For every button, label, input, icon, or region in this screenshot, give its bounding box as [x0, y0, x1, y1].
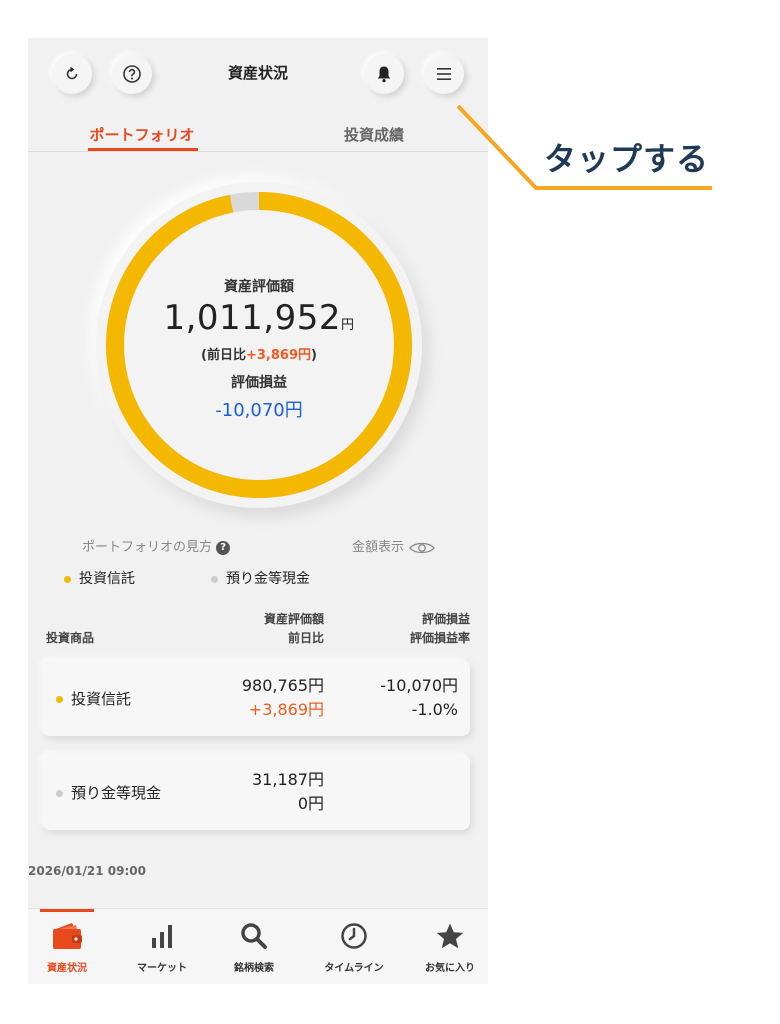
- tab-divider: [28, 151, 488, 152]
- holding-day-change: 0円: [297, 794, 324, 813]
- day-change-value: +3,869円: [245, 348, 311, 363]
- wallet-icon: [28, 919, 106, 953]
- holding-value-col: 31,187円 0円: [212, 768, 324, 816]
- pl-value: -10,070円: [215, 400, 303, 421]
- legend-investment-trust: 投資信託: [64, 568, 135, 588]
- total-value: 1,011,952: [163, 298, 342, 338]
- star-icon: [430, 919, 470, 953]
- holding-row-investment-trust[interactable]: 投資信託 980,765円 +3,869円 -10,070円 -1.0%: [42, 660, 470, 736]
- notification-button[interactable]: [364, 54, 404, 94]
- holding-name-label: 投資信託: [71, 690, 132, 708]
- holding-value: 980,765円: [241, 676, 324, 695]
- header-value-line1: 資産評価額: [263, 612, 324, 626]
- question-icon: ?: [216, 540, 231, 555]
- annotation-text: タップする: [544, 140, 710, 178]
- legend-dot-investment: [64, 575, 71, 583]
- menu-icon: [437, 68, 451, 80]
- nav-label: タイムライン: [324, 963, 384, 974]
- holding-day-change: +3,869円: [248, 700, 324, 719]
- eye-icon: [409, 542, 436, 553]
- holding-value-col: 980,765円 +3,869円: [212, 674, 324, 722]
- day-change-prefix: (前日比: [201, 348, 246, 363]
- bottom-nav: 資産状況 マーケット 銘柄検索 タイムライン お気に入り: [28, 908, 488, 984]
- amount-toggle-label: 金額表示: [352, 540, 405, 555]
- nav-search[interactable]: 銘柄検索: [208, 909, 300, 984]
- nav-label: お気に入り: [425, 963, 475, 974]
- tab-performance[interactable]: 投資成績: [324, 124, 424, 145]
- legend-dot-cash: [211, 575, 218, 583]
- bell-icon: [377, 66, 391, 83]
- search-icon: [234, 919, 274, 953]
- legend-label-cash: 預り金等現金: [226, 571, 310, 587]
- nav-active-indicator: [40, 909, 94, 912]
- header-pl: 評価損益 評価損益率: [360, 610, 470, 648]
- pl-label: 評価損益: [231, 375, 287, 391]
- holding-pl-rate: -1.0%: [411, 700, 458, 719]
- total-value-row: 1,011,952円: [96, 298, 422, 338]
- holding-pl: -10,070円: [380, 676, 458, 695]
- amount-toggle[interactable]: 金額表示: [352, 536, 436, 555]
- nav-label: 資産状況: [47, 963, 87, 974]
- app-screen: 資産状況 ポートフォリオ 投資成績 資産評価額 1,011,952円 (前日比+…: [28, 38, 488, 984]
- nav-favorites[interactable]: お気に入り: [404, 909, 488, 984]
- holding-name-label: 預り金等現金: [71, 784, 162, 802]
- day-change-suffix: ): [311, 348, 317, 363]
- holding-row-cash[interactable]: 預り金等現金 31,187円 0円: [42, 754, 470, 830]
- portfolio-help-link[interactable]: ポートフォリオの見方 ?: [82, 536, 231, 555]
- updated-timestamp: 2026/01/21 09:00: [28, 864, 146, 878]
- total-unit: 円: [341, 318, 355, 333]
- header-product: 投資商品: [46, 631, 95, 645]
- holding-dot: [56, 696, 63, 703]
- nav-label: 銘柄検索: [234, 963, 274, 974]
- legend-cash: 預り金等現金: [211, 568, 310, 588]
- portfolio-help-label: ポートフォリオの見方: [82, 540, 213, 555]
- legend-label-investment: 投資信託: [79, 571, 135, 587]
- tab-portfolio[interactable]: ポートフォリオ: [86, 124, 198, 145]
- menu-button[interactable]: [424, 54, 464, 94]
- holding-pl-col: -10,070円 -1.0%: [342, 674, 458, 722]
- nav-timeline[interactable]: タイムライン: [308, 909, 400, 984]
- nav-market[interactable]: マーケット: [116, 909, 208, 984]
- header-pl-line1: 評価損益: [421, 612, 470, 626]
- holding-name: 預り金等現金: [56, 782, 161, 803]
- header-pl-line2: 評価損益率: [409, 631, 470, 645]
- bar-chart-icon: [142, 919, 182, 953]
- nav-asset-status[interactable]: 資産状況: [28, 909, 120, 984]
- header-value-line2: 前日比: [287, 631, 324, 645]
- header-value: 資産評価額 前日比: [224, 610, 324, 648]
- holding-value: 31,187円: [252, 770, 324, 789]
- day-change: (前日比+3,869円): [96, 344, 422, 363]
- holding-name: 投資信託: [56, 688, 131, 709]
- clock-icon: [334, 919, 374, 953]
- nav-label: マーケット: [137, 963, 187, 974]
- total-label: 資産評価額: [224, 279, 294, 295]
- page-title: 資産状況: [227, 64, 288, 82]
- holding-dot: [56, 790, 63, 797]
